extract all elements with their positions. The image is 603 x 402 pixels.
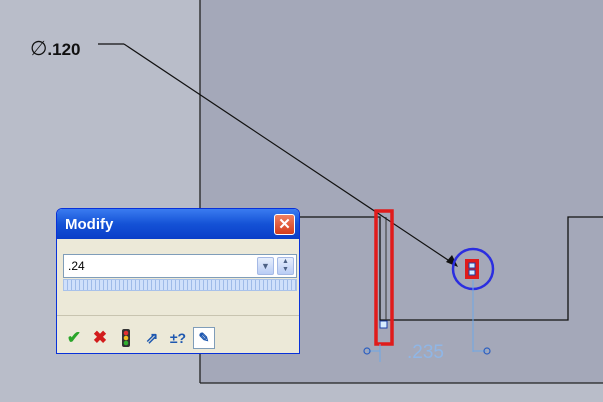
x-icon[interactable]: ✖	[89, 327, 111, 349]
reverse-direction-icon[interactable]: ⇗	[141, 327, 163, 349]
value-input[interactable]	[68, 258, 248, 274]
hole-point-top	[468, 262, 476, 269]
toolbar-divider	[57, 315, 299, 316]
thumbwheel[interactable]	[63, 279, 297, 291]
modify-titlebar[interactable]: Modify ✕	[57, 209, 299, 239]
close-icon[interactable]: ✕	[274, 213, 295, 235]
traffic-light-icon[interactable]	[115, 327, 137, 349]
diameter-value: .120	[47, 40, 81, 59]
hole-point-bottom	[468, 269, 476, 276]
measure-icon[interactable]: ✎	[193, 327, 215, 349]
modify-body: ▼ ▲▼ ✔ ✖ ⇗ ±? ✎	[57, 239, 299, 353]
checkmark-icon[interactable]: ✔	[63, 327, 85, 349]
diameter-dimension-label[interactable]: ∅.120	[30, 36, 81, 61]
slot-endpoint	[379, 320, 388, 329]
value-field[interactable]: ▼ ▲▼	[63, 254, 297, 278]
linear-dimension-label[interactable]: .235	[407, 342, 444, 364]
diameter-symbol: ∅	[30, 38, 48, 60]
spin-arrows-icon[interactable]: ▲ ▼	[277, 257, 294, 275]
chevron-down-icon[interactable]: ▼	[257, 257, 274, 275]
modify-dialog: Modify ✕ ▼ ▲▼ ✔ ✖ ⇗ ±? ✎	[56, 208, 300, 354]
modify-title: Modify	[65, 215, 114, 233]
mark-dimension-icon[interactable]: ±?	[167, 327, 189, 349]
hole-highlight[interactable]	[465, 259, 479, 279]
dialog-toolbar: ✔ ✖ ⇗ ±? ✎	[63, 327, 215, 349]
